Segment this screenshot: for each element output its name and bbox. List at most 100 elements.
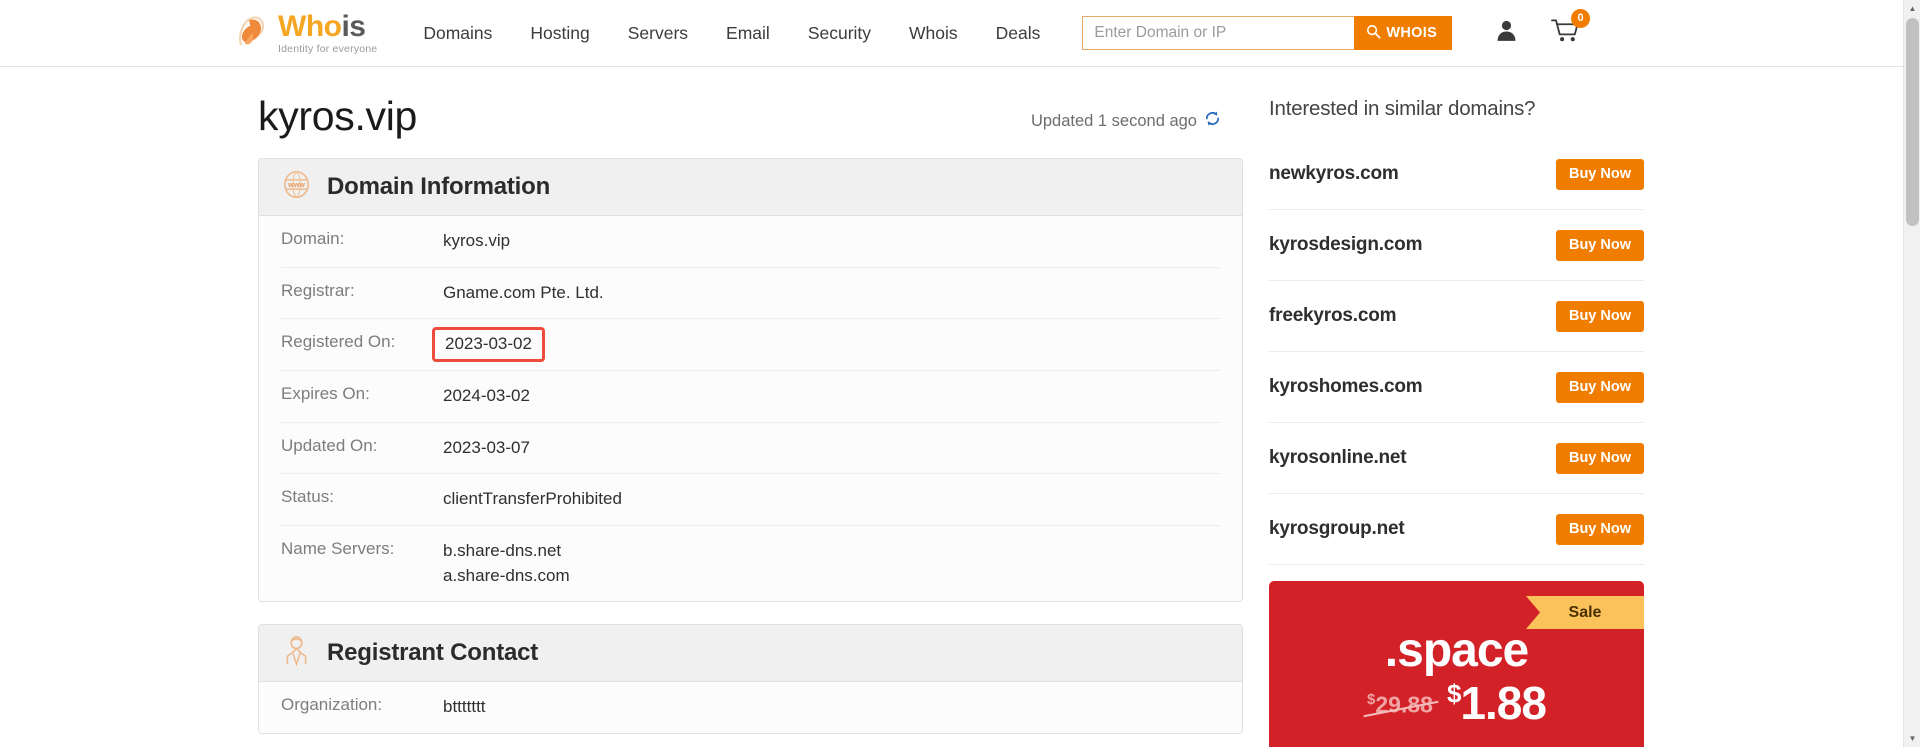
nav-item-security[interactable]: Security: [808, 23, 871, 44]
buy-now-button[interactable]: Buy Now: [1555, 371, 1644, 403]
sidebar: Interested in similar domains? newkyros.…: [1269, 93, 1644, 747]
info-row-registered-on: Registered On: 2023-03-02: [281, 319, 1220, 372]
panel-registrant-contact: Registrant Contact Organization: btttttt…: [258, 624, 1243, 734]
nav-item-domains[interactable]: Domains: [423, 23, 492, 44]
whois-search-button[interactable]: WHOIS: [1354, 16, 1453, 50]
page-scrollbar[interactable]: ▲ ▼: [1903, 0, 1920, 747]
info-row-name-servers: Name Servers: b.share-dns.net a.share-dn…: [281, 526, 1220, 601]
promo-banner-space[interactable]: Sale .space $29.88 $1.88: [1269, 581, 1644, 747]
promo-tld-label: .space: [1384, 624, 1529, 677]
buy-now-button[interactable]: Buy Now: [1555, 229, 1644, 261]
row-value: clientTransferProhibited: [443, 489, 622, 509]
main-column: kyros.vip Updated 1 second ago www Domai…: [258, 93, 1243, 747]
suggestion-row: kyroshomes.com Buy Now: [1269, 352, 1644, 423]
suggestion-row: freekyros.com Buy Now: [1269, 281, 1644, 352]
row-value: 2024-03-02: [443, 386, 530, 406]
info-row-domain: Domain: kyros.vip: [281, 216, 1220, 268]
suggested-domain-name[interactable]: freekyros.com: [1269, 305, 1397, 327]
sidebar-title: Interested in similar domains?: [1269, 97, 1536, 120]
info-row-registrar: Registrar: Gname.com Pte. Ltd.: [281, 268, 1220, 320]
row-value: bttttttt: [443, 697, 486, 717]
refresh-icon[interactable]: [1204, 110, 1221, 132]
name-server-2: a.share-dns.com: [443, 565, 570, 585]
info-row-organization: Organization: bttttttt: [281, 682, 1220, 733]
nav-item-servers[interactable]: Servers: [628, 23, 688, 44]
suggestion-row: kyrosonline.net Buy Now: [1269, 423, 1644, 494]
updated-label: Updated 1 second ago: [1030, 111, 1197, 130]
panel-body: Domain: kyros.vip Registrar: Gname.com P…: [259, 216, 1242, 602]
promo-price-group: $29.88 $1.88: [1269, 678, 1644, 726]
buy-now-button[interactable]: Buy Now: [1555, 513, 1644, 545]
panel-body: Organization: bttttttt: [259, 682, 1242, 733]
suggested-domain-name[interactable]: kyroshomes.com: [1269, 376, 1423, 398]
svg-text:www: www: [287, 181, 305, 189]
new-price-amount: 1.88: [1460, 677, 1547, 729]
nav-item-hosting[interactable]: Hosting: [530, 23, 589, 44]
site-logo[interactable]: Whois Identity for everyone: [232, 11, 377, 55]
row-label: Organization:: [281, 695, 383, 715]
header-icon-group: 0: [1494, 8, 1591, 49]
row-label: Status:: [281, 487, 334, 507]
account-button[interactable]: [1494, 18, 1519, 48]
suggested-domain-name[interactable]: kyrosonline.net: [1269, 447, 1407, 469]
panel-title: Domain Information: [327, 173, 551, 201]
suggested-domain-name[interactable]: kyrosgroup.net: [1269, 518, 1405, 540]
row-value: kyros.vip: [443, 231, 511, 251]
buy-now-button[interactable]: Buy Now: [1555, 158, 1644, 190]
nav-item-whois[interactable]: Whois: [909, 23, 958, 44]
page-content: kyros.vip Updated 1 second ago www Domai…: [0, 67, 1903, 747]
row-value: b.share-dns.net a.share-dns.com: [443, 539, 570, 588]
main-navigation: Domains Hosting Servers Email Security W…: [423, 23, 1040, 44]
new-price-currency: $: [1446, 678, 1462, 709]
row-label: Name Servers:: [281, 538, 395, 558]
suggestion-row: newkyros.com Buy Now: [1269, 139, 1644, 210]
nav-item-email[interactable]: Email: [726, 23, 770, 44]
row-label: Domain:: [281, 229, 345, 249]
info-row-updated-on: Updated On: 2023-03-07: [281, 423, 1220, 475]
page-title: kyros.vip: [258, 93, 418, 139]
whois-button-label: WHOIS: [1386, 25, 1438, 41]
name-server-1: b.share-dns.net: [443, 540, 562, 560]
page-title-row: kyros.vip Updated 1 second ago: [258, 93, 1243, 140]
promo-new-price: $1.88: [1446, 678, 1547, 726]
logo-tagline: Identity for everyone: [278, 42, 378, 55]
row-value-wrapper: 2023-03-02: [432, 327, 545, 363]
nav-item-deals[interactable]: Deals: [996, 23, 1041, 44]
scroll-up-arrow[interactable]: ▲: [1904, 0, 1920, 17]
site-header: Whois Identity for everyone Domains Host…: [0, 0, 1903, 67]
suggestion-row: kyrosgroup.net Buy Now: [1269, 494, 1644, 565]
row-value: Gname.com Pte. Ltd.: [443, 282, 604, 302]
registered-on-highlight: 2023-03-02: [432, 327, 545, 363]
buy-now-button[interactable]: Buy Now: [1555, 442, 1644, 474]
row-label: Registered On:: [281, 332, 396, 352]
row-label: Updated On:: [281, 435, 378, 455]
row-label: Expires On:: [281, 384, 370, 404]
cart-button[interactable]: 0: [1551, 8, 1591, 49]
cart-count-badge: 0: [1571, 8, 1591, 28]
suggestion-row: kyrosdesign.com Buy Now: [1269, 210, 1644, 281]
suggested-domain-name[interactable]: newkyros.com: [1269, 163, 1399, 185]
www-globe-icon: www: [281, 169, 312, 205]
panel-title: Registrant Contact: [327, 639, 539, 667]
panel-domain-information: www Domain Information Domain: kyros.vip…: [258, 158, 1243, 603]
user-icon: [1494, 18, 1519, 48]
registrant-person-icon: [281, 635, 312, 671]
buy-now-button[interactable]: Buy Now: [1555, 300, 1644, 332]
suggested-domain-name[interactable]: kyrosdesign.com: [1269, 234, 1422, 256]
scroll-thumb[interactable]: [1906, 18, 1919, 226]
panel-header: Registrant Contact: [259, 625, 1242, 683]
whois-logo-icon: [232, 11, 276, 55]
info-row-status: Status: clientTransferProhibited: [281, 474, 1220, 526]
old-price-amount: 29.88: [1375, 691, 1433, 718]
sale-ribbon: Sale: [1526, 596, 1644, 629]
row-value: 2023-03-07: [443, 437, 530, 457]
row-label: Registrar:: [281, 280, 355, 300]
scroll-down-arrow[interactable]: ▼: [1904, 730, 1920, 747]
search-input[interactable]: [1082, 16, 1355, 50]
search-icon: [1366, 24, 1381, 43]
info-row-expires-on: Expires On: 2024-03-02: [281, 371, 1220, 423]
whois-search-form: WHOIS: [1082, 16, 1453, 50]
promo-old-price: $29.88: [1367, 691, 1433, 725]
panel-header: www Domain Information: [259, 159, 1242, 217]
updated-status: Updated 1 second ago: [1031, 110, 1221, 140]
